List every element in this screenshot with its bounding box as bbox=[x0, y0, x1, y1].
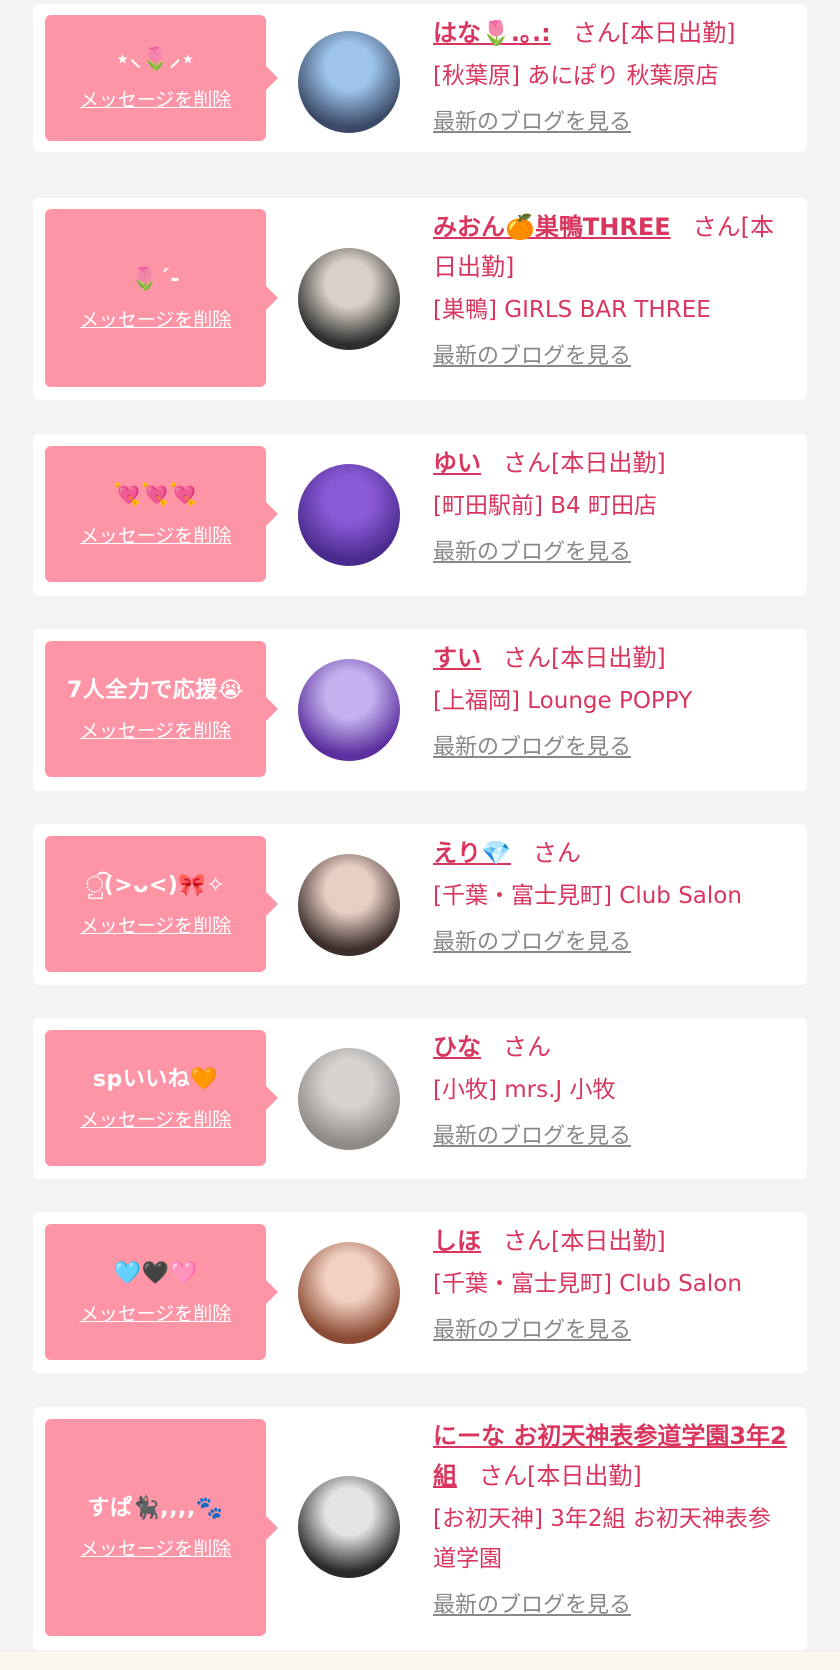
latest-blog-link[interactable]: 最新のブログを見る bbox=[433, 731, 631, 765]
avatar[interactable] bbox=[298, 464, 400, 566]
san-label: さん bbox=[503, 1033, 551, 1061]
cast-name-link[interactable]: しほ bbox=[433, 1227, 481, 1255]
latest-blog-link[interactable]: 最新のブログを見る bbox=[433, 926, 631, 960]
delete-message-link[interactable]: メッセージを削除 bbox=[80, 305, 232, 332]
cast-info: すい さん[本日出勤] [上福岡] Lounge POPPY 最新のブログを見る bbox=[433, 638, 793, 765]
san-label: さん bbox=[532, 839, 581, 867]
message-bubble: 💘💘💘 メッセージを削除 bbox=[45, 446, 278, 582]
avatar[interactable] bbox=[298, 659, 400, 761]
shop-name: [上福岡] Lounge POPPY bbox=[433, 688, 693, 714]
latest-blog-link[interactable]: 最新のブログを見る bbox=[433, 1589, 631, 1623]
message-bubble: 7人全力で応援😭 メッセージを削除 bbox=[45, 641, 278, 777]
cast-info: にーな お初天神表参道学園3年2組 さん[本日出勤] [お初天神] 3年2組 お初… bbox=[433, 1416, 793, 1623]
favorite-card: 7人全力で応援😭 メッセージを削除 すい さん[本日出勤] [上福岡] Loung… bbox=[33, 629, 807, 791]
san-label: さん bbox=[479, 1462, 527, 1490]
latest-blog-link[interactable]: 最新のブログを見る bbox=[433, 1314, 631, 1348]
cast-info: しほ さん[本日出勤] [千葉・富士見町] Club Salon 最新のブログを見… bbox=[433, 1221, 793, 1348]
message-text: すぱ🐈‍⬛,,,,🐾 bbox=[87, 1496, 224, 1521]
cast-name-link[interactable]: ひな bbox=[433, 1033, 481, 1061]
cast-info: みおん🍊巣鴨THREE さん[本日出勤] [巣鴨] GIRLS BAR THREE… bbox=[433, 207, 793, 374]
cast-name-link[interactable]: ゆい bbox=[433, 449, 481, 477]
favorite-card: 🌷´- メッセージを削除 みおん🍊巣鴨THREE さん[本日出勤] [巣鴨] GI… bbox=[33, 198, 807, 400]
favorite-card: すぱ🐈‍⬛,,,,🐾 メッセージを削除 にーな お初天神表参道学園3年2組 さん[… bbox=[33, 1407, 807, 1650]
message-bubble: すぱ🐈‍⬛,,,,🐾 メッセージを削除 bbox=[45, 1419, 278, 1636]
cast-info: えり💎 さん [千葉・富士見町] Club Salon 最新のブログを見る bbox=[433, 833, 793, 960]
san-label: さん bbox=[503, 644, 551, 672]
message-text: ⋆⸜🌷⸝⋆ bbox=[115, 46, 196, 72]
latest-blog-link[interactable]: 最新のブログを見る bbox=[433, 1120, 631, 1154]
favorite-card: ⋆⸜🌷⸝⋆ メッセージを削除 はな🌷.｡.: さん[本日出勤] [秋葉原] あにぽ… bbox=[33, 4, 807, 152]
favorite-card: 🩵🖤🩷 メッセージを削除 しほ さん[本日出勤] [千葉・富士見町] Club S… bbox=[33, 1212, 807, 1373]
work-status: [本日出勤] bbox=[527, 1462, 642, 1490]
message-bubble: spいいね🧡 メッセージを削除 bbox=[45, 1030, 278, 1166]
avatar[interactable] bbox=[298, 854, 400, 956]
cast-name-link[interactable]: えり💎 bbox=[433, 839, 511, 867]
delete-message-link[interactable]: メッセージを削除 bbox=[80, 716, 232, 743]
message-bubble: ⋆⸜🌷⸝⋆ メッセージを削除 bbox=[45, 15, 278, 141]
favorite-card: ු͡(>ᴗ<)🎀✧ メッセージを削除 えり💎 さん [千葉・富士見町] Club … bbox=[33, 824, 807, 985]
message-text: spいいね🧡 bbox=[92, 1066, 219, 1092]
shop-name: [千葉・富士見町] Club Salon bbox=[433, 1271, 742, 1297]
shop-name: [秋葉原] あにぽり 秋葉原店 bbox=[433, 63, 719, 89]
cast-info: ひな さん [小牧] mrs.J 小牧 最新のブログを見る bbox=[433, 1027, 793, 1154]
avatar[interactable] bbox=[298, 1242, 400, 1344]
shop-name: [お初天神] 3年2組 お初天神表参道学園 bbox=[433, 1506, 771, 1572]
shop-name: [巣鴨] GIRLS BAR THREE bbox=[433, 297, 711, 323]
favorite-card: 💘💘💘 メッセージを削除 ゆい さん[本日出勤] [町田駅前] B4 町田店 最新… bbox=[33, 434, 807, 596]
favorite-card: spいいね🧡 メッセージを削除 ひな さん [小牧] mrs.J 小牧 最新のブロ… bbox=[33, 1018, 807, 1179]
latest-blog-link[interactable]: 最新のブログを見る bbox=[433, 106, 631, 140]
latest-blog-link[interactable]: 最新のブログを見る bbox=[433, 536, 631, 570]
avatar[interactable] bbox=[298, 31, 400, 133]
delete-message-link[interactable]: メッセージを削除 bbox=[80, 1105, 232, 1132]
cast-name-link[interactable]: すい bbox=[433, 644, 481, 672]
delete-message-link[interactable]: メッセージを削除 bbox=[80, 85, 232, 112]
message-text: 🌷´- bbox=[130, 266, 181, 292]
latest-blog-link[interactable]: 最新のブログを見る bbox=[433, 340, 631, 374]
avatar[interactable] bbox=[298, 1048, 400, 1150]
message-text: 7人全力で応援😭 bbox=[66, 677, 244, 703]
cast-name-link[interactable]: みおん🍊巣鴨THREE bbox=[433, 213, 671, 241]
message-bubble: 🩵🖤🩷 メッセージを削除 bbox=[45, 1224, 278, 1360]
san-label: さん bbox=[692, 213, 741, 241]
cast-info: はな🌷.｡.: さん[本日出勤] [秋葉原] あにぽり 秋葉原店 最新のブログを見… bbox=[433, 13, 793, 140]
delete-message-link[interactable]: メッセージを削除 bbox=[80, 521, 232, 548]
delete-message-link[interactable]: メッセージを削除 bbox=[80, 1534, 232, 1561]
delete-message-link[interactable]: メッセージを削除 bbox=[80, 1299, 232, 1326]
san-label: さん bbox=[503, 449, 551, 477]
work-status: [本日出勤] bbox=[551, 644, 666, 672]
work-status: [本日出勤] bbox=[620, 19, 736, 47]
message-text: 💘💘💘 bbox=[113, 482, 198, 508]
avatar[interactable] bbox=[298, 1476, 400, 1578]
san-label: さん bbox=[572, 19, 621, 47]
cast-info: ゆい さん[本日出勤] [町田駅前] B4 町田店 最新のブログを見る bbox=[433, 443, 793, 570]
message-bubble: 🌷´- メッセージを削除 bbox=[45, 209, 278, 387]
message-bubble: ු͡(>ᴗ<)🎀✧ メッセージを削除 bbox=[45, 836, 278, 972]
page-footer-strip bbox=[0, 1652, 840, 1670]
message-text: 🩵🖤🩷 bbox=[113, 1260, 198, 1286]
cast-name-link[interactable]: はな🌷.｡.: bbox=[433, 19, 551, 47]
shop-name: [小牧] mrs.J 小牧 bbox=[433, 1077, 616, 1103]
work-status: [本日出勤] bbox=[551, 1227, 666, 1255]
san-label: さん bbox=[503, 1227, 551, 1255]
work-status: [本日出勤] bbox=[551, 449, 666, 477]
delete-message-link[interactable]: メッセージを削除 bbox=[80, 911, 232, 938]
shop-name: [町田駅前] B4 町田店 bbox=[433, 493, 657, 519]
message-text: ු͡(>ᴗ<)🎀✧ bbox=[85, 872, 226, 898]
avatar[interactable] bbox=[298, 248, 400, 350]
shop-name: [千葉・富士見町] Club Salon bbox=[433, 883, 742, 909]
